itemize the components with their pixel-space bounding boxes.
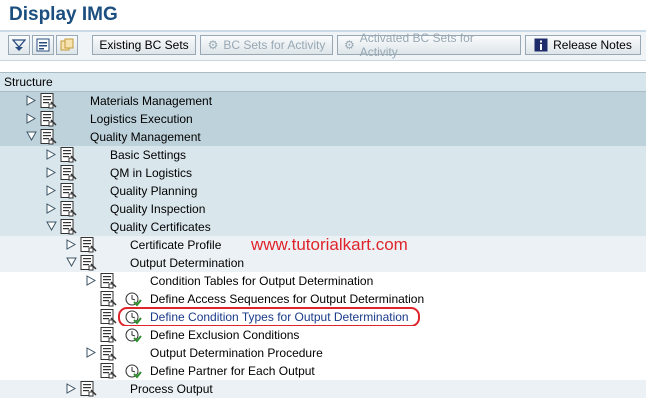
title-bar: Display IMG	[0, 0, 646, 30]
tree-node-label[interactable]: Output Determination Procedure	[150, 346, 323, 360]
where-used-button[interactable]	[56, 35, 78, 55]
structure-header-label: Structure	[4, 75, 53, 89]
tree-row[interactable]: Define Partner for Each Output	[0, 362, 646, 380]
tree-node-label[interactable]: Basic Settings	[110, 148, 186, 162]
documentation-icon[interactable]	[80, 381, 98, 400]
release-notes-button[interactable]: Release Notes	[525, 35, 641, 55]
tree-node-label[interactable]: Define Exclusion Conditions	[150, 328, 299, 342]
collapsed-node-icon[interactable]	[86, 275, 97, 289]
toolbar: Existing BC Sets ⚙ BC Sets for Activity …	[0, 31, 646, 61]
selection-highlight	[118, 307, 420, 327]
tree-node-label[interactable]: Materials Management	[90, 94, 212, 108]
tree-node-label[interactable]: Condition Tables for Output Determinatio…	[150, 274, 373, 288]
expand-all-icon	[12, 39, 26, 51]
info-icon	[534, 38, 548, 52]
tree-row[interactable]: Define Exclusion Conditions	[0, 326, 646, 344]
tree-node-label[interactable]: Define Partner for Each Output	[150, 364, 315, 378]
collapsed-node-icon[interactable]	[46, 203, 57, 217]
collapsed-node-icon[interactable]	[46, 185, 57, 199]
tree-node-label[interactable]: Certificate Profile	[130, 238, 221, 252]
collapsed-node-icon[interactable]	[26, 95, 37, 109]
watermark: www.tutorialkart.com	[251, 235, 408, 254]
tree-row[interactable]: Quality Inspection	[0, 200, 646, 218]
tree-row[interactable]: Basic Settings	[0, 146, 646, 164]
expanded-node-icon[interactable]	[46, 221, 57, 234]
tree-row[interactable]: Quality Management	[0, 128, 646, 146]
tree-node-label[interactable]: Quality Planning	[110, 184, 197, 198]
tree-row[interactable]: Quality Planning	[0, 182, 646, 200]
page-title: Display IMG	[9, 4, 118, 25]
tree-node-label[interactable]: Quality Management	[90, 130, 201, 144]
tree-row[interactable]: Output Determination	[0, 254, 646, 272]
collapsed-node-icon[interactable]	[46, 167, 57, 181]
collapsed-node-icon[interactable]	[26, 113, 37, 127]
collapsed-node-icon[interactable]	[86, 347, 97, 361]
collapsed-node-icon[interactable]	[46, 149, 57, 163]
tree-row[interactable]: Materials Management	[0, 92, 646, 110]
documentation-icon	[36, 38, 50, 52]
activated-bc-sets-button[interactable]: ⚙ Activated BC Sets for Activity	[337, 31, 521, 59]
tree-node-label[interactable]: Output Determination	[130, 256, 244, 270]
tree-row[interactable]: Output Determination Procedure	[0, 344, 646, 362]
tree-row[interactable]: Condition Tables for Output Determinatio…	[0, 272, 646, 290]
tree-node-label[interactable]: Logistics Execution	[90, 112, 193, 126]
tree-node-label[interactable]: Process Output	[130, 382, 213, 396]
tree-node-label[interactable]: QM in Logistics	[110, 166, 192, 180]
tree-node-label[interactable]: Define Access Sequences for Output Deter…	[150, 292, 424, 306]
collapsed-node-icon[interactable]	[66, 239, 77, 253]
structure-header: Structure	[0, 72, 646, 92]
where-used-icon	[60, 38, 74, 51]
bc-set-icon: ⚙	[207, 38, 219, 52]
documentation-button[interactable]	[32, 35, 54, 55]
bc-set-active-icon: ⚙	[344, 38, 355, 52]
tree-row[interactable]: Logistics Execution	[0, 110, 646, 128]
expanded-node-icon[interactable]	[66, 257, 77, 270]
expand-all-button[interactable]	[8, 35, 30, 55]
tree-row[interactable]: Define Access Sequences for Output Deter…	[0, 290, 646, 308]
existing-bc-sets-button[interactable]: Existing BC Sets	[92, 35, 196, 55]
tree-row[interactable]: Quality Certificates	[0, 218, 646, 236]
tree-row[interactable]: Process Output	[0, 380, 646, 398]
tree-row[interactable]: QM in Logistics	[0, 164, 646, 182]
tree-node-label[interactable]: Quality Certificates	[110, 220, 211, 234]
bc-sets-for-activity-button[interactable]: ⚙ BC Sets for Activity	[200, 35, 333, 55]
collapsed-node-icon[interactable]	[66, 383, 77, 397]
tree-node-label[interactable]: Quality Inspection	[110, 202, 205, 216]
expanded-node-icon[interactable]	[26, 131, 37, 144]
